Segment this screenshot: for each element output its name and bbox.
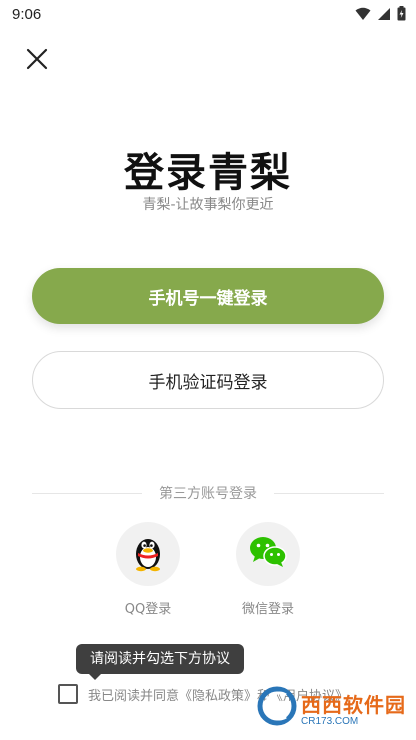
sms-login-button[interactable]: 手机验证码登录 bbox=[32, 351, 384, 409]
watermark-logo-icon bbox=[257, 686, 297, 730]
wechat-login[interactable]: 微信登录 bbox=[223, 522, 313, 617]
signal-icon bbox=[377, 6, 391, 25]
wechat-icon bbox=[248, 535, 288, 573]
status-icons bbox=[355, 6, 406, 25]
agreement-tooltip: 请阅读并勾选下方协议 bbox=[76, 644, 244, 674]
qq-penguin-icon bbox=[131, 532, 165, 576]
agreement-prefix: 我已阅读并同意 bbox=[88, 688, 180, 704]
tooltip-arrow bbox=[88, 673, 102, 680]
watermark-main: 西西软件园 bbox=[301, 695, 406, 717]
agreement-checkbox[interactable] bbox=[58, 684, 78, 704]
battery-icon bbox=[397, 6, 406, 25]
watermark-text: 西西软件园 CR173.COM bbox=[301, 689, 406, 727]
qq-login-button[interactable] bbox=[116, 522, 180, 586]
close-button[interactable] bbox=[22, 46, 52, 76]
one-click-login-button[interactable]: 手机号一键登录 bbox=[32, 268, 384, 324]
watermark-sub: CR173.COM bbox=[301, 716, 359, 727]
privacy-policy-link[interactable]: 《隐私政策》 bbox=[179, 689, 257, 704]
wechat-login-label: 微信登录 bbox=[241, 602, 294, 617]
watermark: 西西软件园 CR173.COM bbox=[257, 686, 406, 730]
page-subtitle: 青梨-让故事梨你更近 bbox=[142, 197, 274, 213]
third-party-divider: 第三方账号登录 bbox=[32, 483, 384, 503]
qq-login-label: QQ登录 bbox=[124, 602, 172, 617]
status-bar: 9:06 bbox=[0, 0, 416, 30]
qq-login[interactable]: QQ登录 bbox=[103, 522, 193, 617]
divider-line-right bbox=[274, 493, 384, 494]
wechat-login-button[interactable] bbox=[236, 522, 300, 586]
page-title: 登录青梨 bbox=[124, 149, 292, 196]
close-icon bbox=[26, 48, 48, 74]
status-time: 9:06 bbox=[12, 6, 42, 23]
wifi-icon bbox=[355, 6, 371, 25]
